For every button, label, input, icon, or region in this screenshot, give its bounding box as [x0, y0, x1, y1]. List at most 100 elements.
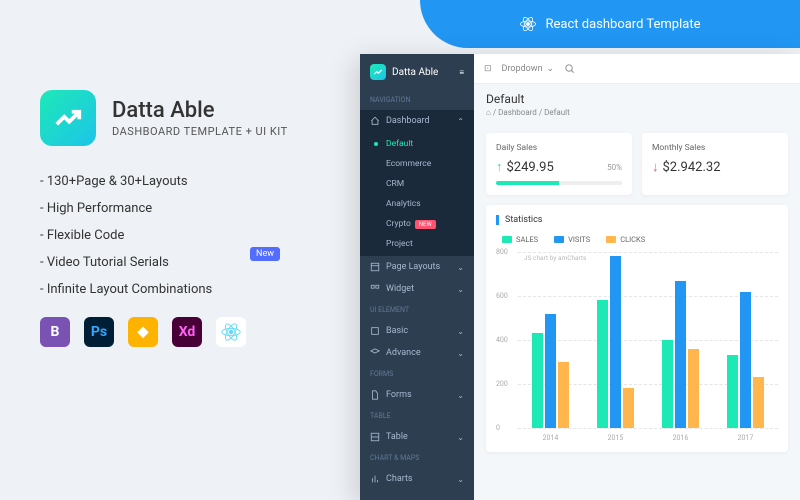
bar[interactable] [545, 314, 556, 428]
chevron-up-icon: ⌃ [457, 117, 464, 126]
legend-label: VISITS [568, 235, 590, 244]
nav-label: Table [386, 432, 408, 442]
card-value: $249.95 [507, 160, 554, 175]
legend-label: SALES [516, 235, 538, 244]
menu-icon[interactable]: ≡ [459, 68, 464, 77]
chevron-down-icon: ⌄ [457, 433, 464, 442]
box-icon [370, 326, 380, 336]
nav-page-layouts[interactable]: Page Layouts ⌄ [360, 256, 474, 278]
x-tick: 2016 [673, 434, 689, 442]
widget-icon [370, 284, 380, 294]
bar[interactable] [688, 349, 699, 428]
chart-legend: SALES VISITS CLICKS [496, 235, 778, 244]
dropdown-label: Dropdown [502, 64, 543, 74]
nav-dashboard[interactable]: Dashboard⌃ [360, 110, 474, 132]
sub-project[interactable]: Project [360, 234, 474, 254]
dashboard-submenu: Default Ecommerce CRM Analytics CryptoNE… [360, 132, 474, 256]
sub-crypto[interactable]: CryptoNEW [360, 214, 474, 234]
sidebar-logo-icon [370, 64, 386, 80]
collapse-icon[interactable]: ⊡ [484, 64, 492, 74]
main-content: ⊡ Dropdown ⌄ Default ⌂ / Dashboard / Def… [474, 54, 800, 500]
nav-charts[interactable]: Charts⌄ [360, 468, 474, 490]
brand-logo [40, 90, 96, 146]
chevron-down-icon: ⌄ [457, 391, 464, 400]
y-tick: 0 [496, 424, 500, 432]
brand-title: Datta Able [112, 98, 288, 123]
tech-icons: B Ps ◆ Xd [40, 317, 340, 347]
page-header: Default ⌂ / Dashboard / Default [474, 84, 800, 125]
legend-visits[interactable]: VISITS [554, 235, 590, 244]
feature-item: - Infinite Layout Combinations [40, 282, 340, 297]
nav-table[interactable]: Table ⌄ [360, 426, 474, 448]
nav-advance[interactable]: Advance⌄ [360, 342, 474, 364]
chevron-down-icon: ⌄ [457, 327, 464, 336]
breadcrumb: ⌂ / Dashboard / Default [486, 108, 788, 117]
react-icon [216, 317, 246, 347]
bar[interactable] [597, 300, 608, 428]
chevron-down-icon: ⌄ [457, 263, 464, 272]
section-navigation: NAVIGATION [360, 90, 474, 110]
chevron-down-icon: ⌄ [457, 349, 464, 358]
sub-ecommerce[interactable]: Ecommerce [360, 154, 474, 174]
section-forms: FORMS [360, 364, 474, 384]
bar-group [593, 256, 638, 428]
legend-label: CLICKS [620, 235, 645, 244]
bar[interactable] [610, 256, 621, 428]
sidebar-brand: Datta Able [392, 67, 438, 78]
sub-default[interactable]: Default [360, 134, 474, 154]
banner-text: React dashboard Template [545, 17, 700, 32]
nav-label: Forms [386, 390, 412, 400]
section-charts: CHART & MAPS [360, 448, 474, 468]
feature-list: - 130+Page & 30+Layouts - High Performan… [40, 174, 340, 297]
sub-analytics[interactable]: Analytics [360, 194, 474, 214]
bar-group [658, 281, 703, 428]
section-ui: UI ELEMENT [360, 300, 474, 320]
card-daily-sales: Daily Sales ↑$249.9550% [486, 133, 632, 195]
bar[interactable] [623, 388, 634, 428]
layers-icon [370, 348, 380, 358]
nav-label: Page Layouts [386, 262, 440, 272]
sub-crm[interactable]: CRM [360, 174, 474, 194]
nav-label: Basic [386, 326, 408, 336]
dropdown[interactable]: Dropdown ⌄ [502, 64, 555, 74]
layout-icon [370, 262, 380, 272]
bar[interactable] [740, 292, 751, 428]
brand-block: Datta Able DASHBOARD TEMPLATE + UI KIT [40, 90, 340, 146]
legend-clicks[interactable]: CLICKS [606, 235, 645, 244]
table-icon [370, 432, 380, 442]
card-percent: 50% [607, 163, 622, 172]
brand-subtitle: DASHBOARD TEMPLATE + UI KIT [112, 125, 288, 138]
app-window: Datta Able ≡ NAVIGATION Dashboard⌃ Defau… [360, 54, 800, 500]
page-title: Default [486, 92, 788, 106]
chevron-down-icon: ⌄ [457, 475, 464, 484]
search-icon[interactable] [564, 63, 575, 74]
sidebar-header: Datta Able ≡ [360, 54, 474, 90]
feature-text: - Video Tutorial Serials [40, 255, 169, 270]
card-value: $2.942.32 [663, 160, 721, 175]
bar[interactable] [532, 333, 543, 428]
x-tick: 2014 [543, 434, 559, 442]
feature-item: - High Performance [40, 201, 340, 216]
chart-icon [370, 474, 380, 484]
section-table: TABLE [360, 406, 474, 426]
bar[interactable] [558, 362, 569, 428]
progress-bar [496, 181, 622, 185]
nav-forms[interactable]: Forms ⌄ [360, 384, 474, 406]
nav-widget[interactable]: Widget⌄ [360, 278, 474, 300]
bar[interactable] [727, 355, 738, 428]
nav-basic[interactable]: Basic ⌄ [360, 320, 474, 342]
new-tag: NEW [415, 220, 436, 229]
bar[interactable] [675, 281, 686, 428]
crumb-home-icon[interactable]: ⌂ [486, 108, 491, 117]
bar-group [723, 292, 768, 428]
y-tick: 200 [496, 380, 508, 388]
bar[interactable] [753, 377, 764, 428]
crumb-link[interactable]: Dashboard [498, 108, 537, 117]
legend-sales[interactable]: SALES [502, 235, 538, 244]
home-icon [370, 116, 380, 126]
nav-label: Widget [386, 284, 414, 294]
y-tick: 600 [496, 292, 508, 300]
bar[interactable] [662, 340, 673, 428]
new-badge: New [250, 247, 280, 261]
top-banner: React dashboard Template [420, 0, 800, 48]
